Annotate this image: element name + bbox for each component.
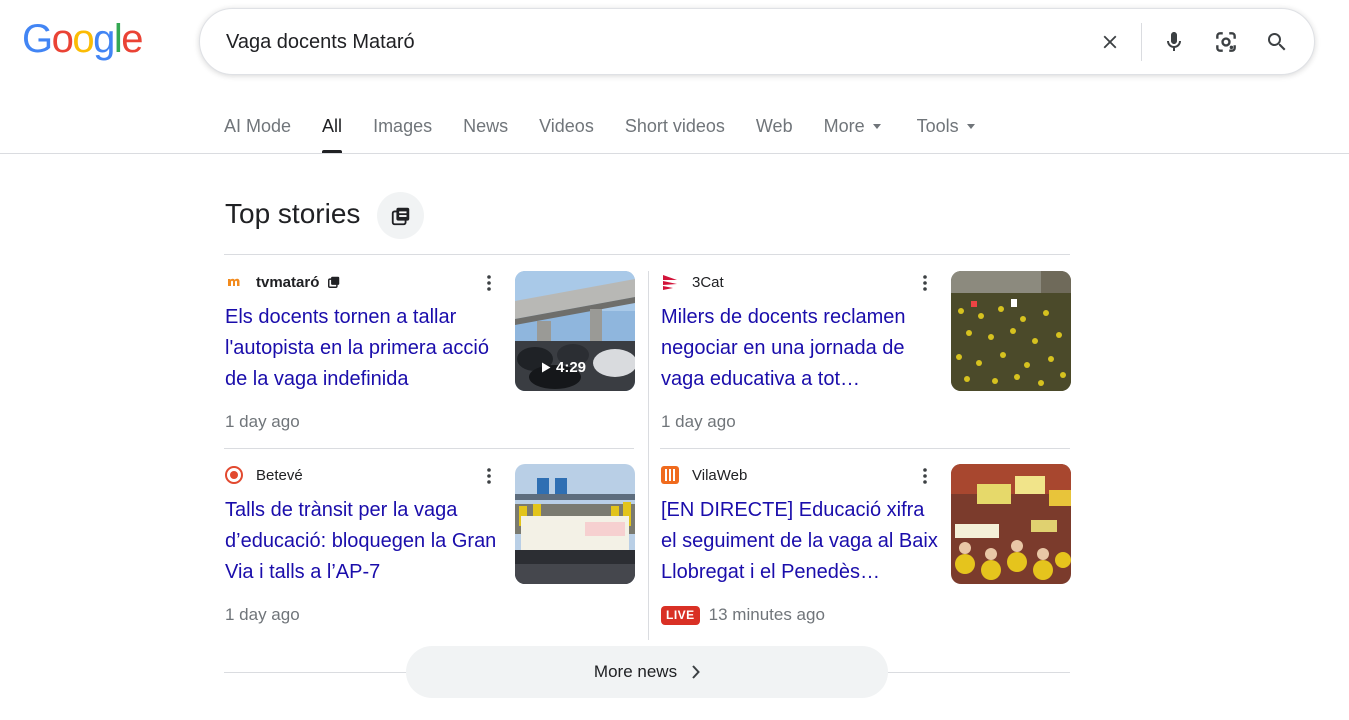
tab-more[interactable]: More <box>824 112 881 154</box>
story-time: LIVE 13 minutes ago <box>661 604 825 626</box>
tab-label: All <box>322 116 343 136</box>
story-card: tvmataró Els docents tornen a tallar l'a… <box>225 271 635 451</box>
story-thumbnail[interactable] <box>951 464 1071 584</box>
more-news-button[interactable]: More news <box>406 646 888 698</box>
logo-letter: o <box>72 17 94 61</box>
tabs-divider <box>0 153 1349 154</box>
time-text: 1 day ago <box>225 412 300 431</box>
tab-all[interactable]: All <box>322 112 343 154</box>
duration-text: 4:29 <box>556 358 587 376</box>
source-name: tvmataró <box>256 273 320 291</box>
clear-icon[interactable] <box>1094 26 1126 58</box>
story-time: 1 day ago <box>661 411 736 433</box>
caret-down-icon <box>872 124 881 129</box>
search-icon[interactable] <box>1261 26 1293 58</box>
more-news-label: More news <box>593 662 678 681</box>
tab-label: More <box>823 116 865 136</box>
story-thumbnail[interactable]: 4:29 <box>515 271 635 391</box>
time-text: 1 day ago <box>661 412 736 431</box>
story-thumbnail[interactable] <box>515 464 635 584</box>
story-card: Betevé Talls de trànsit per la vaga d’ed… <box>225 464 635 644</box>
story-card: VilaWeb [EN DIRECTE] Educació xifra el s… <box>661 464 1071 644</box>
tab-tools[interactable]: Tools <box>917 112 975 154</box>
search-bar-divider <box>1141 23 1142 61</box>
beteve-logo-icon <box>225 466 243 484</box>
source-name: 3Cat <box>692 273 724 291</box>
lens-camera-icon[interactable] <box>1210 26 1242 58</box>
source-name: Betevé <box>256 466 303 484</box>
logo-letter: G <box>22 17 53 61</box>
tab-label: News <box>463 116 509 136</box>
more-vert-icon[interactable] <box>481 466 497 486</box>
vilaweb-logo-icon <box>661 466 679 484</box>
row-divider <box>660 448 1070 449</box>
logo-letter: g <box>93 17 115 61</box>
story-headline[interactable]: [EN DIRECTE] Educació xifra el seguiment… <box>661 495 943 588</box>
column-divider <box>648 271 649 640</box>
logo-letter: o <box>51 17 74 61</box>
tab-label: Short videos <box>624 116 725 136</box>
story-headline[interactable]: Talls de trànsit per la vaga d’educació:… <box>225 495 507 588</box>
tab-label: Tools <box>916 116 959 136</box>
story-time: 1 day ago <box>225 604 300 626</box>
3cat-logo-icon <box>661 273 679 291</box>
tvmataro-logo-icon <box>225 273 243 291</box>
time-text: 1 day ago <box>225 605 300 624</box>
more-vert-icon[interactable] <box>481 273 497 293</box>
video-duration: 4:29 <box>535 355 592 379</box>
caret-down-icon <box>966 124 975 129</box>
source-name: VilaWeb <box>692 466 748 484</box>
chevron-right-icon <box>692 665 700 679</box>
story-card: 3Cat Milers de docents reclamen negociar… <box>661 271 1071 451</box>
more-vert-icon[interactable] <box>917 273 933 293</box>
tab-images[interactable]: Images <box>373 112 432 154</box>
search-input[interactable] <box>226 27 1066 57</box>
logo-letter: l <box>113 17 123 61</box>
stacked-pages-icon <box>327 275 341 289</box>
tab-label: Images <box>373 116 433 136</box>
story-headline[interactable]: Milers de docents reclamen negociar en u… <box>661 302 943 395</box>
tab-label: Web <box>755 116 793 136</box>
story-thumbnail[interactable] <box>951 271 1071 391</box>
top-stories-title: Top stories <box>225 198 361 229</box>
search-bar <box>199 8 1315 75</box>
live-badge: LIVE <box>661 605 700 625</box>
row-divider <box>224 448 634 449</box>
story-source: tvmataró <box>225 271 341 293</box>
google-logo[interactable]: Google <box>22 16 143 62</box>
story-source: VilaWeb <box>661 464 747 486</box>
time-text: 13 minutes ago <box>708 605 825 624</box>
stacked-pages-icon[interactable] <box>377 192 424 239</box>
logo-letter: e <box>121 17 143 61</box>
microphone-icon[interactable] <box>1158 26 1190 58</box>
more-vert-icon[interactable] <box>917 466 933 486</box>
tab-label: Videos <box>539 116 594 136</box>
tab-news[interactable]: News <box>463 112 508 154</box>
top-stories-divider <box>224 254 1070 255</box>
tab-ai-mode[interactable]: AI Mode <box>224 112 291 154</box>
story-headline[interactable]: Els docents tornen a tallar l'autopista … <box>225 302 507 395</box>
story-source: Betevé <box>225 464 303 486</box>
story-time: 1 day ago <box>225 411 300 433</box>
tab-short-videos[interactable]: Short videos <box>625 112 725 154</box>
tab-label: AI Mode <box>224 116 292 136</box>
tab-web[interactable]: Web <box>756 112 793 154</box>
search-tabs: AI Mode All Images News Videos Short vid… <box>224 112 1006 154</box>
tab-videos[interactable]: Videos <box>539 112 594 154</box>
story-source: 3Cat <box>661 271 724 293</box>
